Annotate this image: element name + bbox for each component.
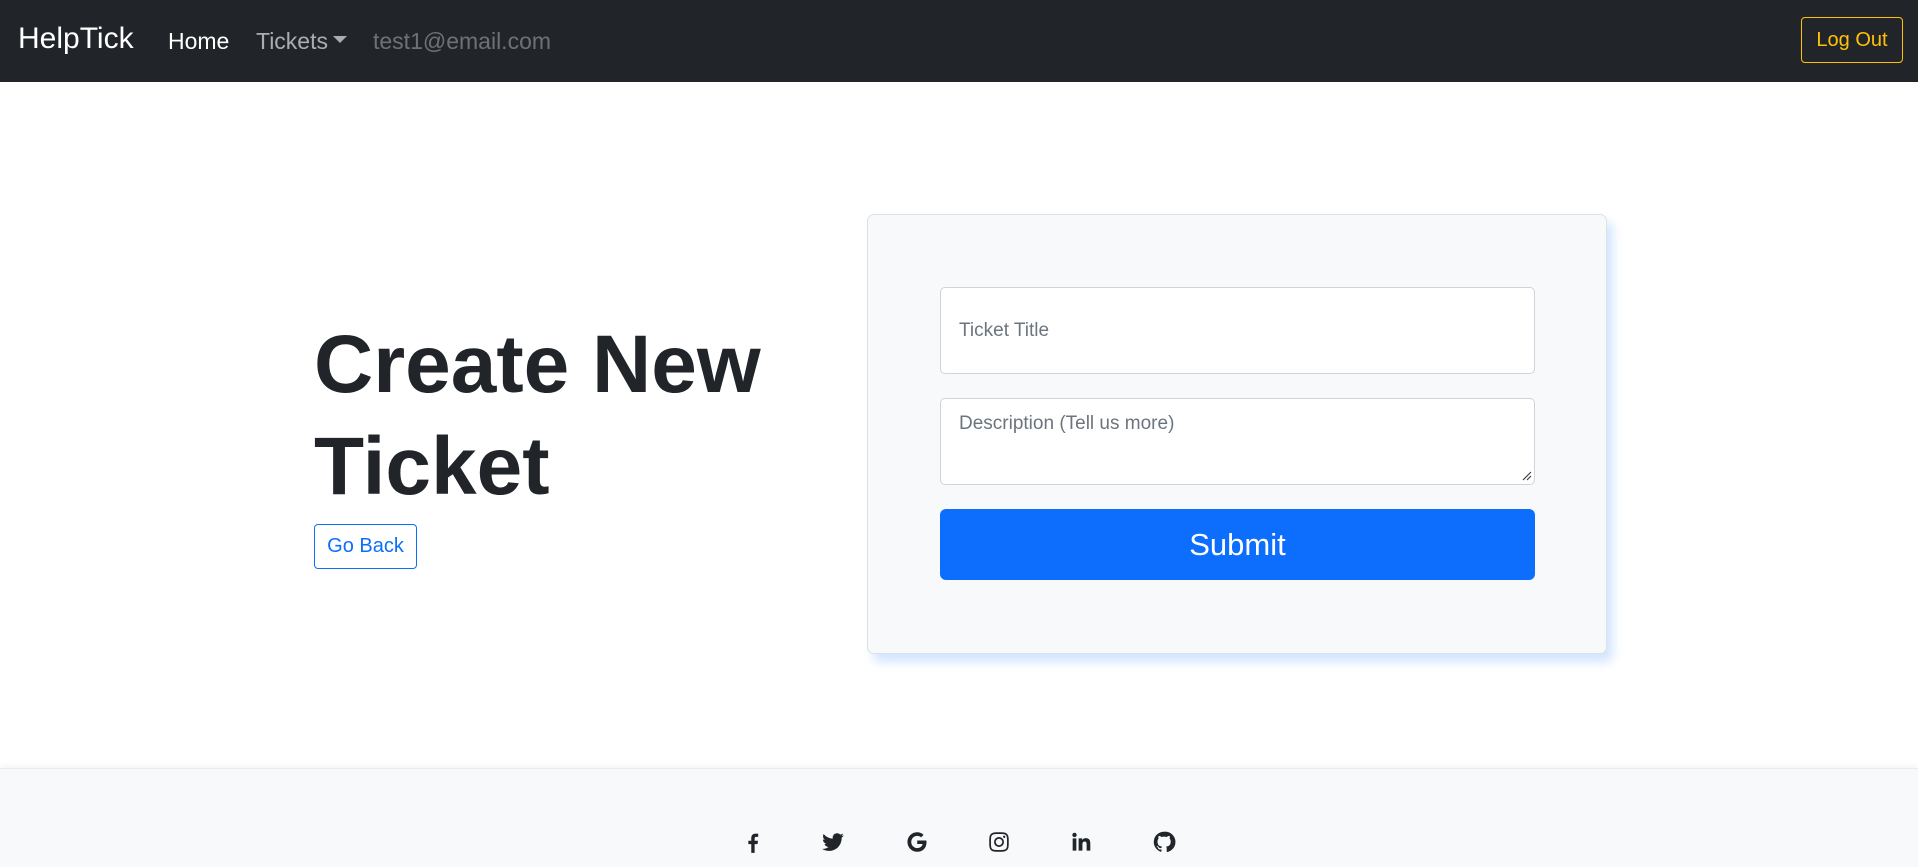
nav-tickets-dropdown[interactable]: Tickets (256, 28, 347, 55)
twitter-icon[interactable] (818, 827, 848, 857)
description-textarea[interactable] (940, 398, 1535, 485)
logout-button[interactable]: Log Out (1801, 17, 1903, 63)
nav-home-link[interactable]: Home (168, 28, 229, 55)
google-icon[interactable] (902, 827, 932, 857)
page-title: Create New Ticket (314, 319, 761, 512)
navbar: HelpTick Home Tickets test1@email.com Lo… (0, 0, 1918, 82)
instagram-icon[interactable] (984, 827, 1014, 857)
facebook-icon[interactable] (738, 827, 768, 857)
ticket-title-input[interactable] (940, 287, 1535, 374)
resize-handle-icon[interactable] (1522, 471, 1532, 481)
github-icon[interactable] (1149, 827, 1179, 857)
footer (0, 768, 1918, 867)
nav-tickets-label: Tickets (256, 28, 328, 54)
linkedin-icon[interactable] (1066, 827, 1096, 857)
ticket-form-card: Submit (867, 214, 1607, 654)
user-email: test1@email.com (373, 28, 552, 54)
chevron-down-icon (333, 36, 347, 44)
brand-link[interactable]: HelpTick (18, 22, 134, 56)
go-back-button[interactable]: Go Back (314, 524, 417, 569)
submit-button[interactable]: Submit (940, 509, 1535, 580)
